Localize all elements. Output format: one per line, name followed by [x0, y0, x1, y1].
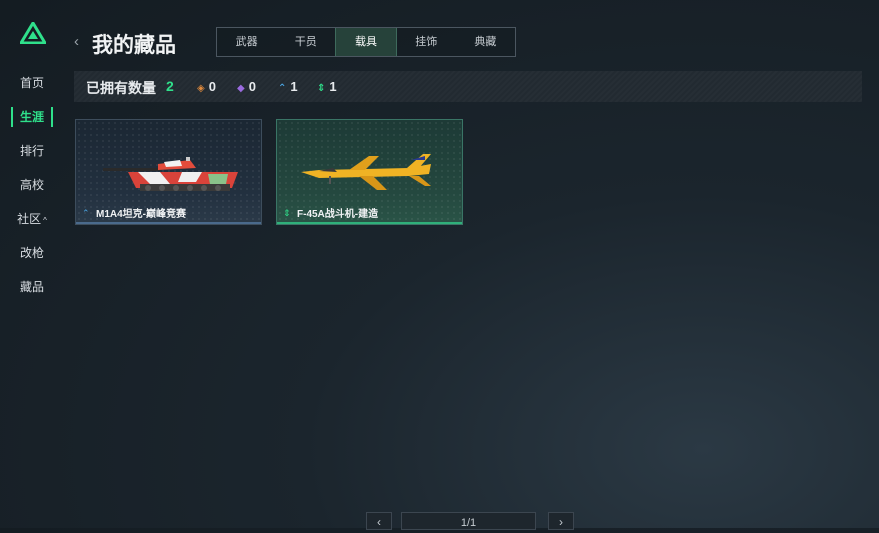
- item-card-tank[interactable]: ⌃ M1A4坦克-巅峰竞赛: [75, 119, 262, 225]
- blue-chevron-icon: ⌃: [278, 83, 287, 94]
- rarity-count: 0: [248, 79, 256, 94]
- tab-charms[interactable]: 挂饰: [397, 28, 456, 56]
- chevron-up-icon: ^: [43, 216, 47, 225]
- orange-diamond-icon: ◈: [197, 83, 205, 94]
- rarity-strip: [76, 222, 261, 224]
- category-tabs: 武器 干员 载具 挂饰 典藏: [216, 27, 516, 57]
- next-page-button[interactable]: ›: [548, 512, 574, 530]
- green-arrows-icon: ⇕: [283, 208, 291, 218]
- sidebar-item-community[interactable]: 社区 ^: [12, 209, 52, 229]
- item-card-jet[interactable]: ⇕ F-45A战斗机-建造: [276, 119, 463, 225]
- rarity-count: 0: [208, 79, 216, 94]
- item-name: F-45A战斗机-建造: [297, 209, 379, 220]
- rarity-count: 1: [290, 79, 298, 94]
- rarity-orange: ◈ 0: [197, 79, 216, 94]
- owned-count: 2: [166, 78, 174, 94]
- sidebar-item-gunsmith[interactable]: 改枪: [12, 243, 52, 263]
- page-indicator: 1/1: [401, 512, 536, 530]
- owned-label: 已拥有数量: [86, 80, 156, 96]
- rarity-blue: ⌃ 1: [278, 79, 298, 94]
- tab-operators[interactable]: 干员: [276, 28, 335, 56]
- sidebar-item-collection[interactable]: 藏品: [12, 277, 52, 297]
- sidebar: 首页 生涯 排行 高校 社区 ^ 改枪 藏品: [0, 0, 64, 528]
- back-icon[interactable]: ‹: [74, 33, 79, 50]
- tank-image: [103, 157, 238, 191]
- prev-page-button[interactable]: ‹: [366, 512, 392, 530]
- purple-diamond-icon: ◆: [237, 83, 245, 94]
- blue-chevron-icon: ⌃: [82, 208, 90, 218]
- sidebar-item-home[interactable]: 首页: [12, 73, 52, 93]
- tab-collection[interactable]: 典藏: [456, 28, 515, 56]
- app-logo-icon[interactable]: [20, 22, 46, 44]
- rarity-count: 1: [329, 79, 337, 94]
- rarity-green: ⇕ 1: [317, 79, 337, 94]
- sidebar-item-university[interactable]: 高校: [12, 175, 52, 195]
- item-name: M1A4坦克-巅峰竞赛: [96, 209, 187, 220]
- stats-bar: 已拥有数量 2 ◈ 0 ◆ 0 ⌃ 1 ⇕ 1: [74, 71, 862, 102]
- rarity-strip: [277, 222, 462, 224]
- sidebar-item-career[interactable]: 生涯: [11, 107, 53, 127]
- jet-image: [301, 154, 431, 190]
- sidebar-item-ranking[interactable]: 排行: [12, 141, 52, 161]
- tab-weapons[interactable]: 武器: [217, 28, 276, 56]
- sidebar-item-label: 社区: [17, 212, 42, 226]
- page-title: 我的藏品: [92, 34, 176, 57]
- tab-vehicles[interactable]: 载具: [335, 28, 397, 56]
- rarity-purple: ◆ 0: [237, 79, 256, 94]
- green-arrows-icon: ⇕: [317, 83, 326, 94]
